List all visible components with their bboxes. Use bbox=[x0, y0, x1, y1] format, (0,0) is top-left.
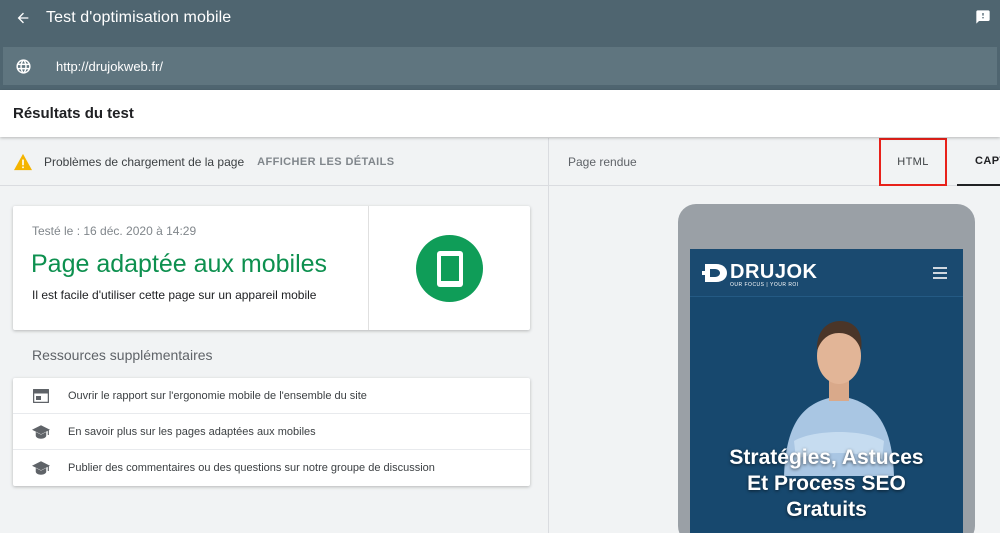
right-panel: Page rendue HTML CAPTURE D'ÉCRAN DRUJOK … bbox=[548, 138, 1000, 533]
app-bar: Test d'optimisation mobile bbox=[0, 0, 1000, 36]
resource-label: En savoir plus sur les pages adaptées au… bbox=[68, 425, 316, 438]
resource-item[interactable]: Publier des commentaires ou des question… bbox=[13, 450, 530, 486]
warning-icon bbox=[14, 153, 32, 170]
resources-title: Ressources supplémentaires bbox=[32, 347, 213, 363]
rendered-page-label: Page rendue bbox=[568, 155, 637, 169]
globe-icon bbox=[15, 58, 31, 74]
test-date: Testé le : 16 déc. 2020 à 14:29 bbox=[32, 224, 197, 238]
tab-html[interactable]: HTML bbox=[879, 138, 947, 186]
url-text: http://drujokweb.fr/ bbox=[56, 58, 163, 74]
site-tagline: OUR FOCUS | YOUR ROI bbox=[730, 282, 799, 288]
resource-label: Ouvrir le rapport sur l'ergonomie mobile… bbox=[68, 389, 367, 402]
app-title: Test d'optimisation mobile bbox=[46, 9, 232, 26]
hero-line: Stratégies, Astuces bbox=[729, 446, 924, 469]
feedback-button[interactable] bbox=[975, 9, 991, 25]
resource-item[interactable]: En savoir plus sur les pages adaptées au… bbox=[13, 414, 530, 450]
site-header: DRUJOK OUR FOCUS | YOUR ROI bbox=[690, 249, 963, 297]
left-panel: Problèmes de chargement de la page AFFIC… bbox=[0, 138, 548, 533]
graduation-cap-icon bbox=[31, 424, 50, 439]
resource-item[interactable]: Ouvrir le rapport sur l'ergonomie mobile… bbox=[13, 378, 530, 414]
mobile-friendly-badge bbox=[416, 235, 483, 302]
back-button[interactable] bbox=[0, 0, 46, 36]
result-card: Testé le : 16 déc. 2020 à 14:29 Page ada… bbox=[13, 206, 530, 330]
hero-line: Et Process SEO bbox=[747, 472, 906, 495]
results-header: Résultats du test bbox=[0, 90, 1000, 137]
verdict-description: Il est facile d'utiliser cette page sur … bbox=[32, 288, 317, 302]
hero-heading: Stratégies, Astuces Et Process SEO Gratu… bbox=[690, 445, 963, 523]
arrow-back-icon bbox=[17, 12, 29, 24]
feedback-icon bbox=[976, 10, 990, 24]
resources-list: Ouvrir le rapport sur l'ergonomie mobile… bbox=[13, 378, 530, 486]
url-bar-container: http://drujokweb.fr/ bbox=[0, 36, 1000, 90]
browser-window-icon bbox=[32, 388, 49, 403]
phone-mockup: DRUJOK OUR FOCUS | YOUR ROI Stratégies, … bbox=[678, 204, 975, 533]
results-title: Résultats du test bbox=[13, 105, 134, 122]
show-details-link[interactable]: AFFICHER LES DÉTAILS bbox=[257, 156, 394, 168]
resource-label: Publier des commentaires ou des question… bbox=[68, 462, 435, 474]
smartphone-icon bbox=[436, 250, 463, 287]
hero-line: Gratuits bbox=[786, 498, 867, 521]
rendered-page-toolbar: Page rendue HTML CAPTURE D'ÉCRAN bbox=[549, 138, 1000, 186]
drujok-logo-icon bbox=[702, 264, 727, 282]
card-divider bbox=[368, 206, 369, 330]
hamburger-menu-icon bbox=[933, 267, 947, 279]
rendered-screenshot: DRUJOK OUR FOCUS | YOUR ROI Stratégies, … bbox=[690, 249, 963, 533]
graduation-cap-icon bbox=[31, 461, 50, 475]
warning-bar: Problèmes de chargement de la page AFFIC… bbox=[0, 138, 548, 186]
warning-text: Problèmes de chargement de la page bbox=[44, 154, 245, 169]
tab-screenshot[interactable]: CAPTURE D'ÉCRAN bbox=[957, 138, 1000, 186]
site-logo-text: DRUJOK bbox=[730, 261, 818, 283]
url-bar[interactable]: http://drujokweb.fr/ bbox=[3, 47, 997, 85]
verdict-title: Page adaptée aux mobiles bbox=[31, 250, 328, 278]
